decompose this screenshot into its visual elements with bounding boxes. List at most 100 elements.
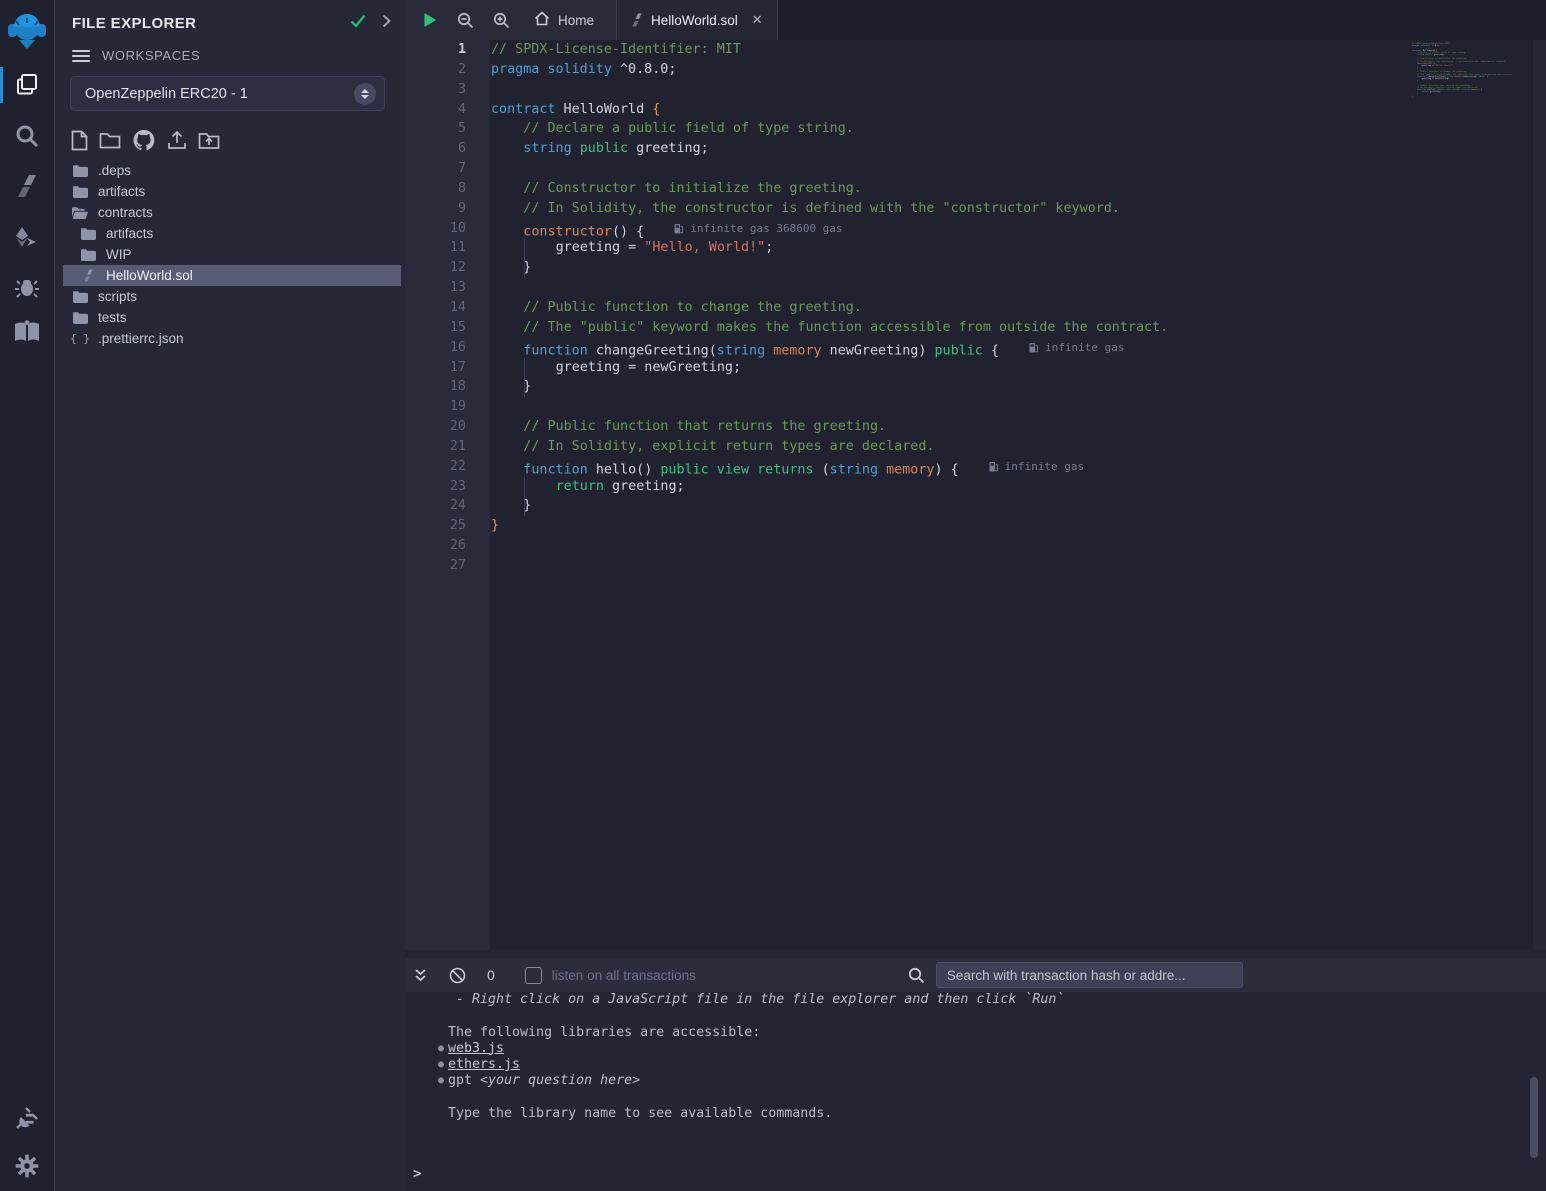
tree-item-label: .prettierrc.json	[98, 331, 184, 346]
tree-item-tests[interactable]: tests	[55, 307, 405, 328]
terminal-output[interactable]: interface - Right click on a JavaScript …	[405, 976, 1546, 1191]
code-line-16: function changeGreeting(string memory ne…	[491, 338, 1546, 358]
tree-item-label: tests	[98, 310, 127, 325]
file-explorer-icon[interactable]	[0, 70, 55, 100]
code-editor[interactable]: 1234567891011121314151617181920212223242…	[405, 40, 1546, 950]
line-number: 15	[405, 318, 490, 338]
transaction-count: 0	[487, 967, 495, 983]
learneth-icon[interactable]	[0, 317, 55, 347]
editor-column: Home HelloWorld.sol ✕ 123456789101112131…	[405, 0, 1546, 1191]
workspace-name: OpenZeppelin ERC20 - 1	[85, 86, 354, 102]
home-icon	[534, 11, 550, 29]
github-icon[interactable]	[132, 129, 156, 151]
upload-folder-icon[interactable]	[198, 131, 220, 150]
file-explorer-panel: FILE EXPLORER WORKSPACES OpenZeppelin ER…	[55, 0, 405, 1191]
tree-item-wip[interactable]: WIP	[55, 244, 405, 265]
folder-icon	[72, 165, 88, 177]
terminal-line: ●web3.js	[405, 1041, 1546, 1057]
tree-item-scripts[interactable]: scripts	[55, 286, 405, 307]
terminal-panel: 0 listen on all transactions interface -…	[405, 950, 1546, 1191]
line-number: 9	[405, 199, 490, 219]
plugin-manager-icon[interactable]	[0, 1103, 55, 1133]
tree-item-artifacts[interactable]: artifacts	[55, 223, 405, 244]
code-line-15: // The "public" keyword makes the functi…	[491, 318, 1546, 338]
remix-logo[interactable]	[0, 8, 55, 54]
tab-home[interactable]: Home	[520, 0, 616, 40]
line-number-gutter: 1234567891011121314151617181920212223242…	[405, 40, 490, 950]
editor-minimap[interactable]: // SPDX-License-Identifier: MITpragma so…	[1412, 40, 1533, 950]
code-line-6: string public greeting;	[491, 139, 1546, 159]
panel-expand-chevron-icon[interactable]	[382, 14, 391, 32]
terminal-search-input[interactable]	[936, 962, 1243, 988]
terminal-search-icon	[908, 967, 925, 984]
code-line-17: greeting = newGreeting;	[491, 358, 1546, 378]
code-line-27	[491, 556, 1546, 576]
line-number: 7	[405, 159, 490, 179]
code-content: // SPDX-License-Identifier: MITpragma so…	[490, 40, 1546, 950]
line-number: 21	[405, 437, 490, 457]
panel-title: FILE EXPLORER	[72, 15, 196, 32]
zoom-in-icon[interactable]	[493, 12, 510, 29]
terminal-line: ●gpt <your question here>	[405, 1073, 1546, 1089]
terminal-link[interactable]: web3.js	[448, 1041, 504, 1057]
deploy-run-icon[interactable]	[0, 222, 55, 252]
code-line-8: // Constructor to initialize the greetin…	[491, 179, 1546, 199]
bullet-icon: ●	[434, 1057, 448, 1073]
line-number: 20	[405, 417, 490, 437]
new-file-icon[interactable]	[71, 130, 88, 151]
code-line-14: // Public function to change the greetin…	[491, 298, 1546, 318]
indent-guide	[524, 358, 525, 378]
tab-home-label: Home	[558, 13, 594, 28]
code-line-5: // Declare a public field of type string…	[491, 119, 1546, 139]
gas-estimate-hint[interactable]: infinite gas 368600 gas	[674, 219, 842, 239]
new-folder-icon[interactable]	[99, 131, 121, 149]
code-line-20: // Public function that returns the gree…	[491, 417, 1546, 437]
line-number: 19	[405, 397, 490, 417]
search-icon[interactable]	[0, 121, 55, 151]
line-number: 14	[405, 298, 490, 318]
gas-estimate-hint[interactable]: infinite gas	[989, 457, 1084, 477]
listen-transactions-checkbox[interactable]	[525, 967, 542, 984]
tree-item--deps[interactable]: .deps	[55, 160, 405, 181]
workspace-select[interactable]: OpenZeppelin ERC20 - 1	[70, 76, 385, 111]
workspace-menu-icon[interactable]	[72, 50, 90, 62]
run-script-button[interactable]	[422, 12, 438, 28]
code-line-11: greeting = "Hello, World!";	[491, 238, 1546, 258]
solidity-compiler-icon[interactable]	[0, 171, 55, 201]
line-number: 25	[405, 516, 490, 536]
zoom-out-icon[interactable]	[457, 12, 474, 29]
code-line-22: function hello() public view returns (st…	[491, 457, 1546, 477]
folder-icon	[72, 291, 88, 303]
tree-item-helloworld-sol[interactable]: HelloWorld.sol	[63, 265, 401, 286]
line-number: 26	[405, 536, 490, 556]
tree-item-label: WIP	[106, 247, 132, 262]
code-line-3	[491, 80, 1546, 100]
terminal-clear-icon[interactable]	[449, 967, 466, 984]
tab-helloworld-sol[interactable]: HelloWorld.sol ✕	[616, 0, 778, 40]
line-number: 11	[405, 238, 490, 258]
line-number: 3	[405, 80, 490, 100]
tree-item--prettierrc-json[interactable]: { } .prettierrc.json	[55, 328, 405, 349]
terminal-line	[405, 1089, 1546, 1105]
solidity-file-icon	[80, 268, 96, 283]
tree-item-contracts[interactable]: contracts	[55, 202, 405, 223]
editor-scroll-track[interactable]	[1533, 40, 1546, 950]
code-line-4: contract HelloWorld {	[491, 100, 1546, 120]
terminal-link[interactable]: ethers.js	[448, 1057, 520, 1073]
settings-icon[interactable]	[0, 1151, 55, 1181]
code-line-24: }	[491, 496, 1546, 516]
upload-file-icon[interactable]	[167, 130, 187, 150]
debugger-icon[interactable]	[0, 272, 55, 302]
indent-guide	[524, 477, 525, 497]
tree-item-label: artifacts	[106, 226, 153, 241]
json-braces-icon: { }	[72, 332, 88, 345]
line-number: 18	[405, 377, 490, 397]
tree-item-artifacts[interactable]: artifacts	[55, 181, 405, 202]
tab-close-icon[interactable]: ✕	[752, 12, 763, 28]
line-number: 16	[405, 338, 490, 358]
accept-check-icon[interactable]	[350, 14, 366, 33]
terminal-line: The following libraries are accessible:	[405, 1025, 1546, 1041]
code-line-2: pragma solidity ^0.8.0;	[491, 60, 1546, 80]
terminal-collapse-icon[interactable]	[413, 968, 428, 983]
gas-estimate-hint[interactable]: infinite gas	[1029, 338, 1124, 358]
